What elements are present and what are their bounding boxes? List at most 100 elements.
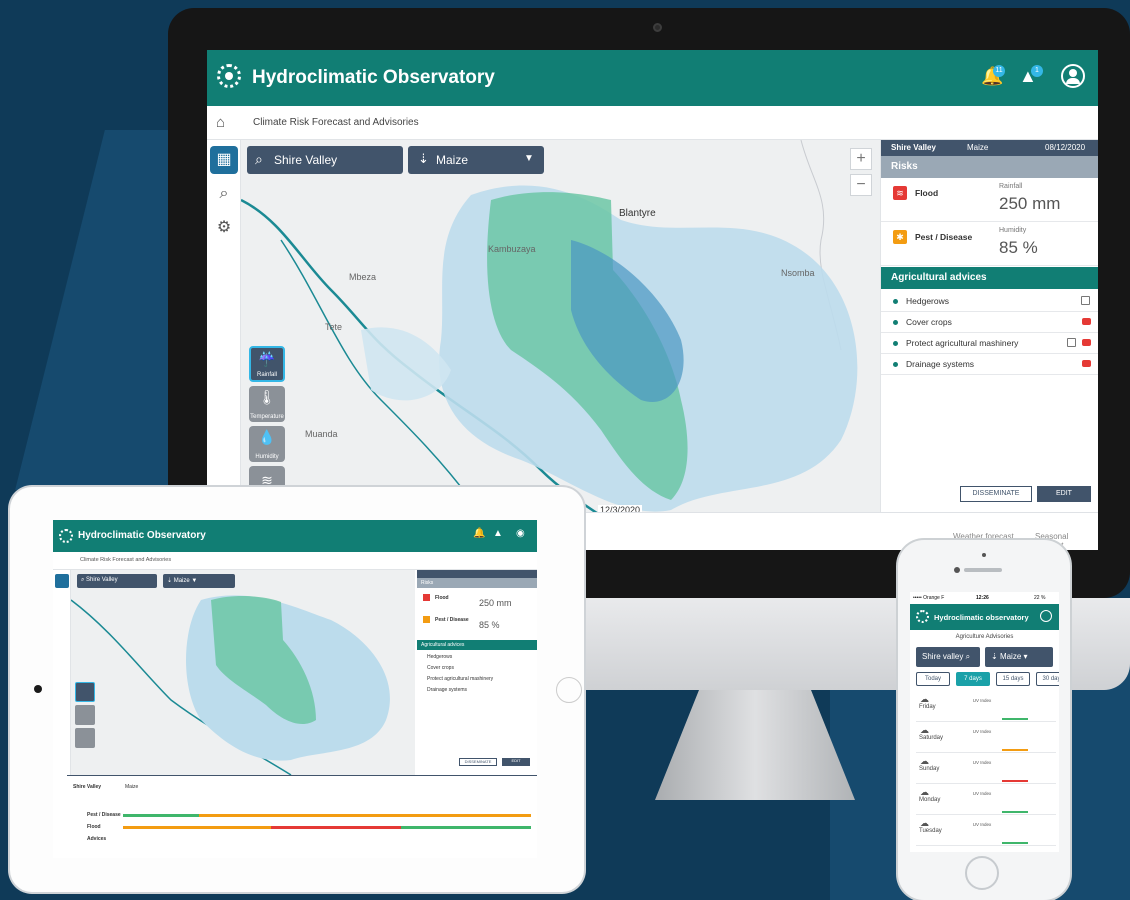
map-label: Tete bbox=[325, 322, 343, 332]
risk-value: 85 % bbox=[479, 620, 500, 630]
forecast-day-row[interactable]: ☁ Tuesday UV Index bbox=[916, 816, 1056, 846]
layer-humidity-button[interactable] bbox=[75, 728, 95, 748]
crop-select[interactable]: ⇣ Maize ▼ bbox=[408, 146, 544, 174]
warning-icon[interactable]: ▲ bbox=[493, 528, 503, 539]
context-location[interactable]: Shire Valley bbox=[891, 143, 936, 152]
rain-cloud-icon: ☔ bbox=[258, 351, 276, 367]
tablet-side-navigation bbox=[53, 570, 71, 775]
edit-button[interactable]: EDIT bbox=[502, 758, 530, 766]
app-header: Hydroclimatic Observatory 🔔 11 ▲ 1 bbox=[207, 50, 1098, 106]
user-avatar-icon[interactable] bbox=[1061, 64, 1085, 88]
layer-humidity-button[interactable]: 💧 Humidity bbox=[249, 426, 285, 462]
tablet-header: Hydroclimatic Observatory 🔔 ▲ ◉ bbox=[53, 520, 537, 552]
advice-item[interactable]: Protect agricultural mashinery bbox=[881, 333, 1098, 354]
video-icon[interactable] bbox=[1082, 360, 1091, 367]
user-avatar-icon[interactable]: ◉ bbox=[516, 528, 525, 539]
phone-app-title: Hydroclimatic observatory bbox=[934, 613, 1029, 622]
advice-label[interactable]: Drainage systems bbox=[427, 687, 467, 693]
advice-item[interactable]: Hedgerows bbox=[881, 291, 1098, 312]
alert-count-badge: 1 bbox=[1031, 65, 1043, 77]
advice-label[interactable]: Cover crops bbox=[427, 665, 454, 671]
status-time: 12:26 bbox=[976, 595, 989, 601]
flood-icon bbox=[423, 594, 430, 601]
layer-rainfall-button[interactable] bbox=[75, 682, 95, 702]
tablet-breadcrumb-bar: Climate Risk Forecast and Advisories bbox=[53, 552, 537, 570]
disseminate-button[interactable]: DISSEMINATE bbox=[960, 486, 1032, 502]
tab-15-days[interactable]: 15 days bbox=[996, 672, 1030, 686]
carrier-label: ••••• Orange F bbox=[913, 595, 945, 601]
uv-index-label: UV Index bbox=[972, 822, 992, 827]
context-date[interactable]: 08/12/2020 bbox=[1045, 143, 1085, 152]
settings-gear-icon[interactable]: ⚙ bbox=[210, 214, 238, 242]
context-crop[interactable]: Maize bbox=[967, 143, 988, 152]
advice-item[interactable]: Cover crops bbox=[881, 312, 1098, 333]
panel-context-bar bbox=[417, 570, 537, 578]
tab-today[interactable]: Today bbox=[916, 672, 950, 686]
day-label: Tuesday bbox=[919, 828, 942, 834]
tab-30-days[interactable]: 30 days bbox=[1036, 672, 1059, 686]
map-label: Nsomba bbox=[781, 268, 815, 278]
sun-logo-icon bbox=[916, 610, 929, 623]
phone-speaker bbox=[964, 568, 1002, 572]
tablet-location-search[interactable]: ⌕ Shire Valley bbox=[77, 574, 157, 588]
print-icon[interactable] bbox=[1081, 296, 1090, 305]
phone-crop-select[interactable]: ⇣ Maize ▾ bbox=[985, 647, 1053, 667]
risk-level-bar bbox=[401, 826, 531, 829]
chevron-down-icon: ▼ bbox=[524, 153, 534, 164]
risk-name: Flood bbox=[915, 188, 939, 198]
risk-row-flood[interactable]: ≋ Flood Rainfall 250 mm bbox=[881, 178, 1098, 222]
map-nav-icon[interactable] bbox=[55, 574, 69, 588]
map-nav-icon[interactable]: ▦ bbox=[210, 146, 238, 174]
risk-value: 250 mm bbox=[479, 598, 512, 608]
home-icon[interactable]: ⌂ bbox=[216, 114, 225, 131]
tablet-screen: Hydroclimatic Observatory 🔔 ▲ ◉ Climate … bbox=[53, 520, 537, 858]
tablet-crop-select[interactable]: ⇣ Maize ▼ bbox=[163, 574, 235, 588]
phone-sensor bbox=[982, 553, 986, 557]
location-search-input[interactable]: ⌕ Shire Valley bbox=[247, 146, 403, 174]
phone-location-search[interactable]: Shire valley ⌕ bbox=[916, 647, 980, 667]
video-icon[interactable] bbox=[1082, 339, 1091, 346]
disseminate-button[interactable]: DISSEMINATE bbox=[459, 758, 497, 766]
forecast-day-row[interactable]: ☁ Saturday UV Index bbox=[916, 723, 1056, 753]
advice-label[interactable]: Protect agricultural mashinery bbox=[427, 676, 493, 682]
bullet-icon bbox=[893, 362, 898, 367]
crop-value: Maize bbox=[999, 652, 1022, 661]
thermometer-icon: 🌡 bbox=[258, 389, 276, 405]
advice-label[interactable]: Hedgerows bbox=[427, 654, 452, 660]
forecast-day-row[interactable]: ☁ Sunday UV Index bbox=[916, 754, 1056, 784]
layer-label: Humidity bbox=[255, 454, 279, 460]
table-row-label: Flood bbox=[87, 824, 101, 830]
risk-level-bar bbox=[1002, 749, 1028, 751]
zoom-out-button[interactable]: − bbox=[850, 174, 872, 196]
phone-home-button[interactable] bbox=[965, 856, 999, 890]
risk-value: 250 mm bbox=[999, 194, 1061, 213]
risk-name: Pest / Disease bbox=[435, 617, 469, 623]
advice-label: Drainage systems bbox=[906, 359, 975, 369]
user-avatar-icon[interactable] bbox=[1040, 610, 1052, 622]
layer-rainfall-button[interactable]: ☔ Rainfall bbox=[249, 346, 285, 382]
sun-logo-icon bbox=[217, 64, 241, 88]
report-search-icon[interactable]: ⌕ bbox=[210, 180, 238, 208]
edit-button[interactable]: EDIT bbox=[1037, 486, 1091, 502]
video-icon[interactable] bbox=[1082, 318, 1091, 325]
risk-level-bar bbox=[123, 826, 271, 829]
tab-7-days[interactable]: 7 days bbox=[956, 672, 990, 686]
risk-level-bar bbox=[123, 814, 199, 817]
tablet-app-title: Hydroclimatic Observatory bbox=[78, 530, 206, 541]
notification-bell-icon[interactable]: 🔔 bbox=[473, 528, 485, 539]
layer-temperature-button[interactable]: 🌡 Temperature bbox=[249, 386, 285, 422]
advices-header: Agricultural advices bbox=[417, 640, 537, 650]
tablet-home-button[interactable] bbox=[556, 677, 582, 703]
crop-value: Maize bbox=[173, 578, 190, 584]
table-row-label: Advices bbox=[87, 836, 107, 842]
layer-temperature-button[interactable] bbox=[75, 705, 95, 725]
print-icon[interactable] bbox=[1067, 338, 1076, 347]
risk-row-pest[interactable]: ✱ Pest / Disease Humidity 85 % bbox=[881, 222, 1098, 266]
map-label: Muanda bbox=[305, 429, 338, 439]
zoom-in-button[interactable]: + bbox=[850, 148, 872, 170]
advice-item[interactable]: Drainage systems bbox=[881, 354, 1098, 375]
forecast-day-row[interactable]: ☁ Friday UV Index bbox=[916, 692, 1056, 722]
tablet-risk-map[interactable]: ⌕ Shire Valley ⇣ Maize ▼ bbox=[71, 570, 415, 775]
forecast-day-row[interactable]: ☁ Monday UV Index bbox=[916, 785, 1056, 815]
notification-count-badge: 11 bbox=[993, 65, 1005, 77]
